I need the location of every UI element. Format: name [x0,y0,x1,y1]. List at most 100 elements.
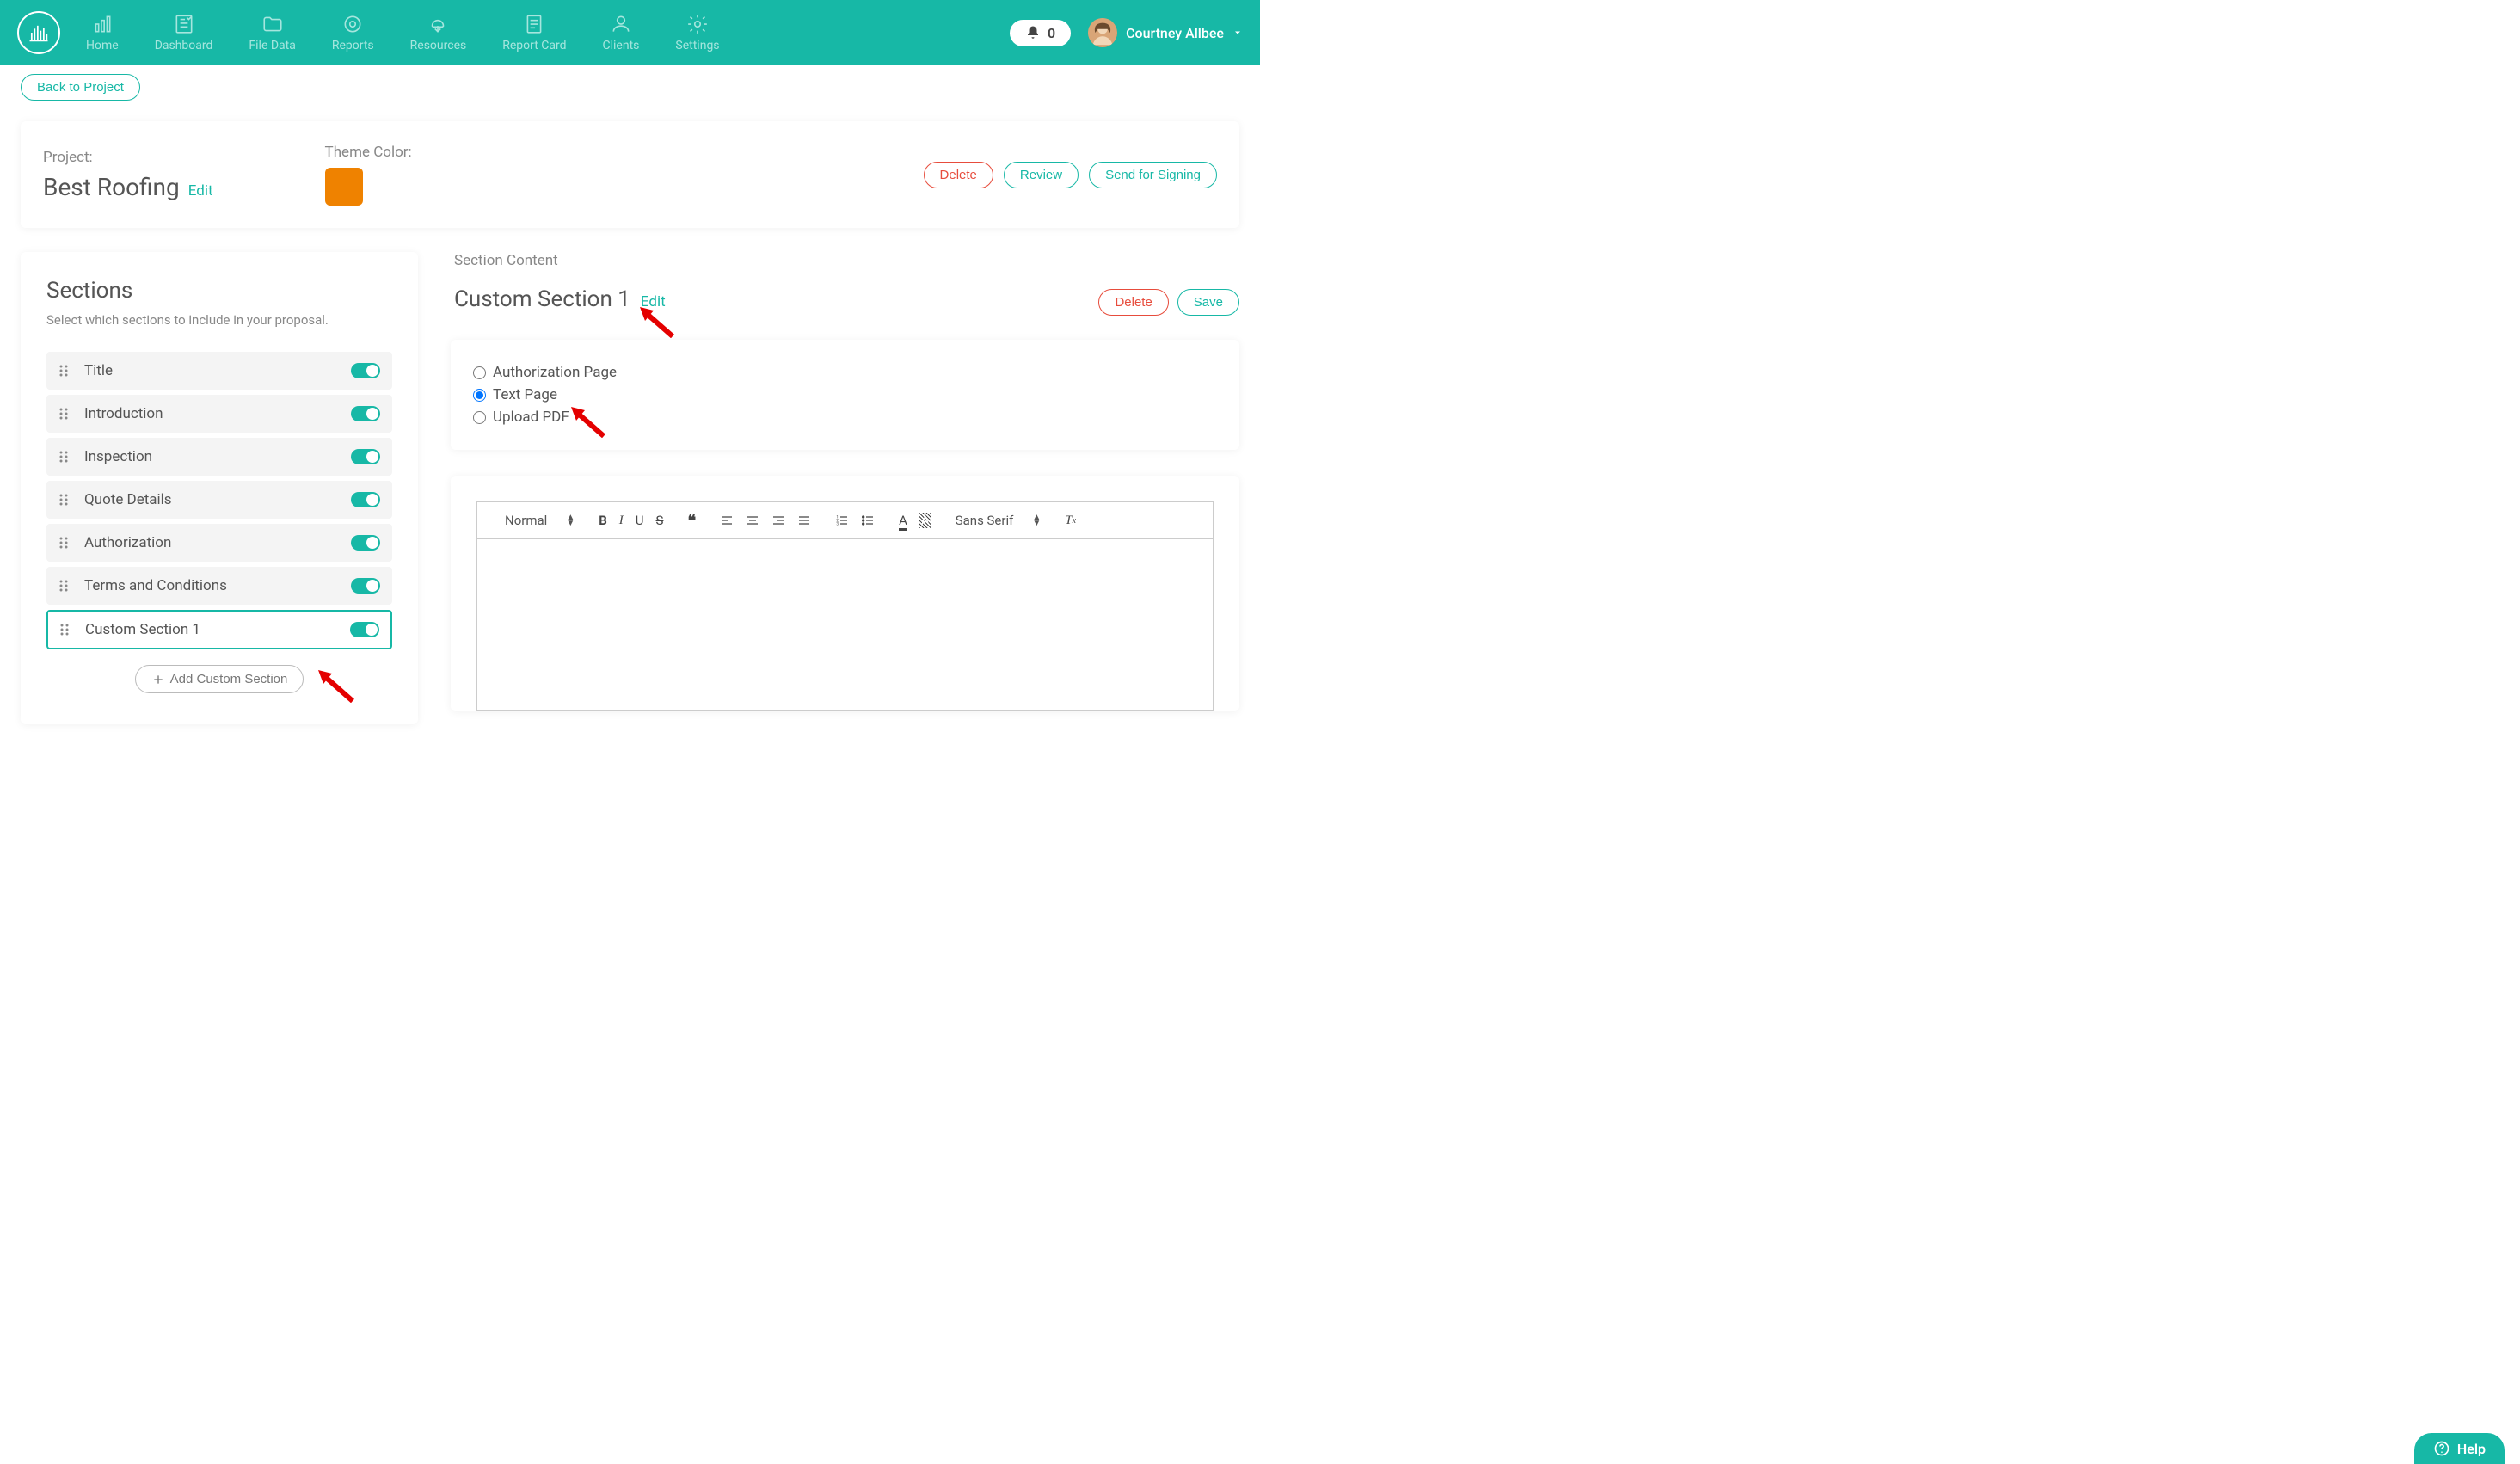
nav-label: Settings [675,39,719,52]
align-right-button[interactable] [771,514,785,527]
section-row[interactable]: Title [46,352,392,390]
nav-items: Home Dashboard File Data Reports Resourc… [86,13,720,52]
sections-card: Sections Select which sections to includ… [21,252,418,724]
underline-button[interactable]: U [636,513,644,528]
font-select[interactable]: Sans Serif ▲▼ [956,513,1042,528]
nav-label: File Data [249,39,295,52]
section-row[interactable]: Introduction [46,395,392,433]
nav-label: Resources [410,39,467,52]
user-menu[interactable]: Courtney Allbee [1088,18,1243,47]
section-toggle[interactable] [351,363,380,378]
section-row[interactable]: Authorization [46,524,392,562]
project-delete-button[interactable]: Delete [924,162,993,188]
blockquote-button[interactable]: ❝ [687,512,696,530]
drag-handle-icon[interactable] [58,536,74,550]
svg-text:3: 3 [836,521,839,526]
add-custom-section-label: Add Custom Section [170,672,288,686]
bold-button[interactable]: B [599,513,607,528]
notifications-count: 0 [1048,25,1055,41]
sections-title: Sections [46,278,392,304]
radio-input[interactable] [473,366,486,379]
nav-label: Report Card [502,39,566,52]
section-delete-button[interactable]: Delete [1098,289,1168,316]
section-row-label: Introduction [84,405,163,422]
italic-button[interactable]: I [619,514,624,528]
radio-input[interactable] [473,411,486,424]
text-color-button[interactable]: A [899,513,907,528]
section-row-label: Title [84,362,113,379]
editor-toolbar: Normal ▲▼ B I U S ❝ [476,501,1214,539]
radio-input[interactable] [473,389,486,402]
help-button[interactable]: Help [2414,1433,2505,1464]
align-justify-button[interactable] [797,514,811,527]
section-row[interactable]: Inspection [46,438,392,476]
nav-label: Clients [603,39,640,52]
section-title-edit-link[interactable]: Edit [641,293,666,311]
brand-logo[interactable] [17,11,60,54]
editor-card: Normal ▲▼ B I U S ❝ [451,476,1239,711]
section-toggle[interactable] [351,406,380,421]
help-label: Help [2457,1441,2486,1457]
project-edit-link[interactable]: Edit [188,182,213,200]
drag-handle-icon[interactable] [58,364,74,378]
format-value: Normal [505,513,547,528]
font-value: Sans Serif [956,513,1014,528]
drag-handle-icon[interactable] [58,450,74,464]
nav-label: Home [86,39,119,52]
nav-filedata[interactable]: File Data [249,13,295,52]
section-toggle[interactable] [351,578,380,594]
section-row[interactable]: Quote Details [46,481,392,519]
drag-handle-icon[interactable] [58,493,74,507]
drag-handle-icon[interactable] [58,407,74,421]
section-row-label: Authorization [84,534,171,551]
section-content-label: Section Content [454,252,1239,269]
add-custom-section-button[interactable]: Add Custom Section [135,665,304,693]
nav-home[interactable]: Home [86,13,119,52]
avatar [1088,18,1117,47]
unordered-list-button[interactable] [861,514,875,527]
format-select[interactable]: Normal ▲▼ [505,513,575,528]
nav-reportcard[interactable]: Report Card [502,13,566,52]
section-toggle[interactable] [350,622,379,637]
clear-format-button[interactable]: Tx [1065,514,1076,528]
editor-body[interactable] [476,539,1214,711]
section-content-title: Custom Section 1 [454,286,630,312]
section-toggle[interactable] [351,535,380,551]
project-send-button[interactable]: Send for Signing [1089,162,1217,188]
nav-clients[interactable]: Clients [603,13,640,52]
page-type-radio[interactable]: Text Page [473,386,1217,403]
section-save-button[interactable]: Save [1177,289,1239,316]
project-label: Project: [43,149,213,166]
nav-settings[interactable]: Settings [675,13,719,52]
align-center-button[interactable] [746,514,759,527]
section-row[interactable]: Custom Section 1 [46,610,392,649]
radio-label: Text Page [493,386,557,403]
back-to-project-button[interactable]: Back to Project [21,74,140,101]
notifications-pill[interactable]: 0 [1010,20,1071,46]
page-type-radio[interactable]: Authorization Page [473,364,1217,381]
nav-resources[interactable]: Resources [410,13,467,52]
section-toggle[interactable] [351,449,380,464]
project-review-button[interactable]: Review [1004,162,1079,188]
nav-label: Reports [332,39,374,52]
nav-reports[interactable]: Reports [332,13,374,52]
section-row-label: Quote Details [84,491,172,508]
section-row-label: Inspection [84,448,152,465]
align-left-button[interactable] [720,514,734,527]
drag-handle-icon[interactable] [59,623,75,637]
nav-dashboard[interactable]: Dashboard [155,13,213,52]
strike-button[interactable]: S [656,513,664,528]
updown-icon: ▲▼ [1032,514,1041,526]
sections-subtitle: Select which sections to include in your… [46,312,392,328]
theme-color-swatch[interactable] [325,168,363,206]
ordered-list-button[interactable]: 123 [835,514,849,527]
drag-handle-icon[interactable] [58,579,74,593]
project-card: Project: Best Roofing Edit Theme Color: … [21,121,1239,228]
bell-icon [1025,25,1041,40]
section-row[interactable]: Terms and Conditions [46,567,392,605]
section-toggle[interactable] [351,492,380,507]
page-type-radio[interactable]: Upload PDF [473,409,1217,426]
highlight-button[interactable]: A [919,513,931,528]
page-type-card: Authorization Page Text Page Upload PDF [451,340,1239,450]
section-row-label: Custom Section 1 [85,621,200,638]
